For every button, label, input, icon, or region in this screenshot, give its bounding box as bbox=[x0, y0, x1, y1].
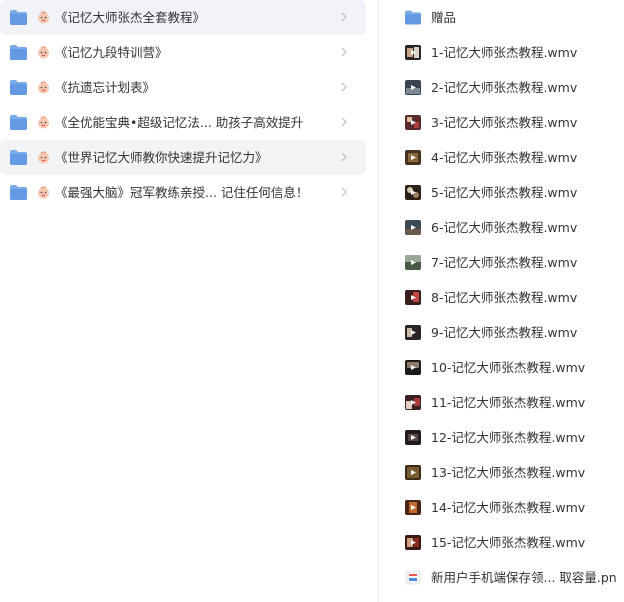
file-row-14[interactable]: 14-记忆大师张杰教程.wmv bbox=[379, 490, 624, 525]
folder-label: 《全优能宝典•超级记忆法... 助孩子高效提升 bbox=[55, 115, 304, 130]
file-row-5[interactable]: 5-记忆大师张杰教程.wmv bbox=[379, 175, 624, 210]
baby-face-icon bbox=[38, 11, 49, 24]
file-row-10[interactable]: 10-记忆大师张杰教程.wmv bbox=[379, 350, 624, 385]
file-row-0[interactable]: 赠品 bbox=[379, 0, 624, 35]
video-thumbnail-icon bbox=[405, 45, 421, 60]
file-label: 7-记忆大师张杰教程.wmv bbox=[431, 255, 578, 270]
video-thumbnail-icon bbox=[405, 150, 421, 165]
file-row-15[interactable]: 15-记忆大师张杰教程.wmv bbox=[379, 525, 624, 560]
chevron-right-icon bbox=[341, 47, 347, 57]
video-thumbnail-icon bbox=[405, 115, 421, 130]
file-label: 8-记忆大师张杰教程.wmv bbox=[431, 290, 578, 305]
folder-icon bbox=[10, 10, 27, 25]
file-row-7[interactable]: 7-记忆大师张杰教程.wmv bbox=[379, 245, 624, 280]
baby-face-icon bbox=[38, 151, 49, 164]
file-label: 12-记忆大师张杰教程.wmv bbox=[431, 430, 586, 445]
folder-icon bbox=[10, 185, 27, 200]
file-row-13[interactable]: 13-记忆大师张杰教程.wmv bbox=[379, 455, 624, 490]
video-thumbnail-icon bbox=[405, 255, 421, 270]
file-row-12[interactable]: 12-记忆大师张杰教程.wmv bbox=[379, 420, 624, 455]
baby-face-icon bbox=[38, 186, 49, 199]
folder-row-2[interactable]: 《抗遗忘计划表》 bbox=[0, 70, 366, 105]
folder-label: 《记忆大师张杰全套教程》 bbox=[55, 10, 206, 25]
image-file-icon bbox=[405, 570, 421, 585]
folder-row-1[interactable]: 《记忆九段特训营》 bbox=[0, 35, 366, 70]
baby-face-icon bbox=[38, 81, 49, 94]
folder-icon bbox=[10, 150, 27, 165]
video-thumbnail-icon bbox=[405, 220, 421, 235]
folder-label: 《抗遗忘计划表》 bbox=[55, 80, 156, 95]
file-label: 赠品 bbox=[431, 10, 457, 25]
video-thumbnail-icon bbox=[405, 80, 421, 95]
video-thumbnail-icon bbox=[405, 535, 421, 550]
file-label: 10-记忆大师张杰教程.wmv bbox=[431, 360, 586, 375]
folder-label: 《记忆九段特训营》 bbox=[55, 45, 168, 60]
folder-row-5[interactable]: 《最强大脑》冠军教练亲授... 记住任何信息！ bbox=[0, 175, 366, 210]
file-row-8[interactable]: 8-记忆大师张杰教程.wmv bbox=[379, 280, 624, 315]
file-label: 3-记忆大师张杰教程.wmv bbox=[431, 115, 578, 130]
video-thumbnail-icon bbox=[405, 185, 421, 200]
chevron-right-icon bbox=[341, 117, 347, 127]
baby-face-icon bbox=[38, 116, 49, 129]
video-thumbnail-icon bbox=[405, 430, 421, 445]
folder-icon bbox=[10, 115, 27, 130]
file-label: 新用户手机端保存领... 取容量.pn bbox=[431, 570, 617, 585]
folder-label: 《最强大脑》冠军教练亲授... 记住任何信息！ bbox=[55, 185, 309, 200]
video-thumbnail-icon bbox=[405, 500, 421, 515]
chevron-right-icon bbox=[341, 12, 347, 22]
folder-icon bbox=[405, 10, 421, 25]
folder-list-pane: 《记忆大师张杰全套教程》 《记忆九段特训营》 《抗遗忘计划表》 《全优能宝典•超… bbox=[0, 0, 378, 602]
video-thumbnail-icon bbox=[405, 325, 421, 340]
baby-face-icon bbox=[38, 46, 49, 59]
file-row-2[interactable]: 2-记忆大师张杰教程.wmv bbox=[379, 70, 624, 105]
file-row-3[interactable]: 3-记忆大师张杰教程.wmv bbox=[379, 105, 624, 140]
file-row-11[interactable]: 11-记忆大师张杰教程.wmv bbox=[379, 385, 624, 420]
file-row-16[interactable]: 新用户手机端保存领... 取容量.pn bbox=[379, 560, 624, 595]
file-row-9[interactable]: 9-记忆大师张杰教程.wmv bbox=[379, 315, 624, 350]
file-label: 4-记忆大师张杰教程.wmv bbox=[431, 150, 578, 165]
file-row-4[interactable]: 4-记忆大师张杰教程.wmv bbox=[379, 140, 624, 175]
file-row-1[interactable]: 1-记忆大师张杰教程.wmv bbox=[379, 35, 624, 70]
folder-icon bbox=[10, 45, 27, 60]
file-label: 2-记忆大师张杰教程.wmv bbox=[431, 80, 578, 95]
folder-label: 《世界记忆大师教你快速提升记忆力》 bbox=[55, 150, 268, 165]
video-thumbnail-icon bbox=[405, 290, 421, 305]
file-label: 1-记忆大师张杰教程.wmv bbox=[431, 45, 578, 60]
video-thumbnail-icon bbox=[405, 360, 421, 375]
file-label: 9-记忆大师张杰教程.wmv bbox=[431, 325, 578, 340]
file-label: 5-记忆大师张杰教程.wmv bbox=[431, 185, 578, 200]
file-list-pane: 赠品 1-记忆大师张杰教程.wmv 2-记忆大师张杰教程.wmv 3-记忆大师张… bbox=[379, 0, 624, 602]
file-label: 15-记忆大师张杰教程.wmv bbox=[431, 535, 586, 550]
folder-icon bbox=[10, 80, 27, 95]
video-thumbnail-icon bbox=[405, 465, 421, 480]
chevron-right-icon bbox=[341, 152, 347, 162]
folder-row-4[interactable]: 《世界记忆大师教你快速提升记忆力》 bbox=[0, 140, 366, 175]
chevron-right-icon bbox=[341, 187, 347, 197]
folder-row-0[interactable]: 《记忆大师张杰全套教程》 bbox=[0, 0, 366, 35]
video-thumbnail-icon bbox=[405, 395, 421, 410]
file-label: 6-记忆大师张杰教程.wmv bbox=[431, 220, 578, 235]
chevron-right-icon bbox=[341, 82, 347, 92]
folder-row-3[interactable]: 《全优能宝典•超级记忆法... 助孩子高效提升 bbox=[0, 105, 366, 140]
file-row-6[interactable]: 6-记忆大师张杰教程.wmv bbox=[379, 210, 624, 245]
file-label: 11-记忆大师张杰教程.wmv bbox=[431, 395, 586, 410]
file-label: 14-记忆大师张杰教程.wmv bbox=[431, 500, 586, 515]
file-label: 13-记忆大师张杰教程.wmv bbox=[431, 465, 586, 480]
